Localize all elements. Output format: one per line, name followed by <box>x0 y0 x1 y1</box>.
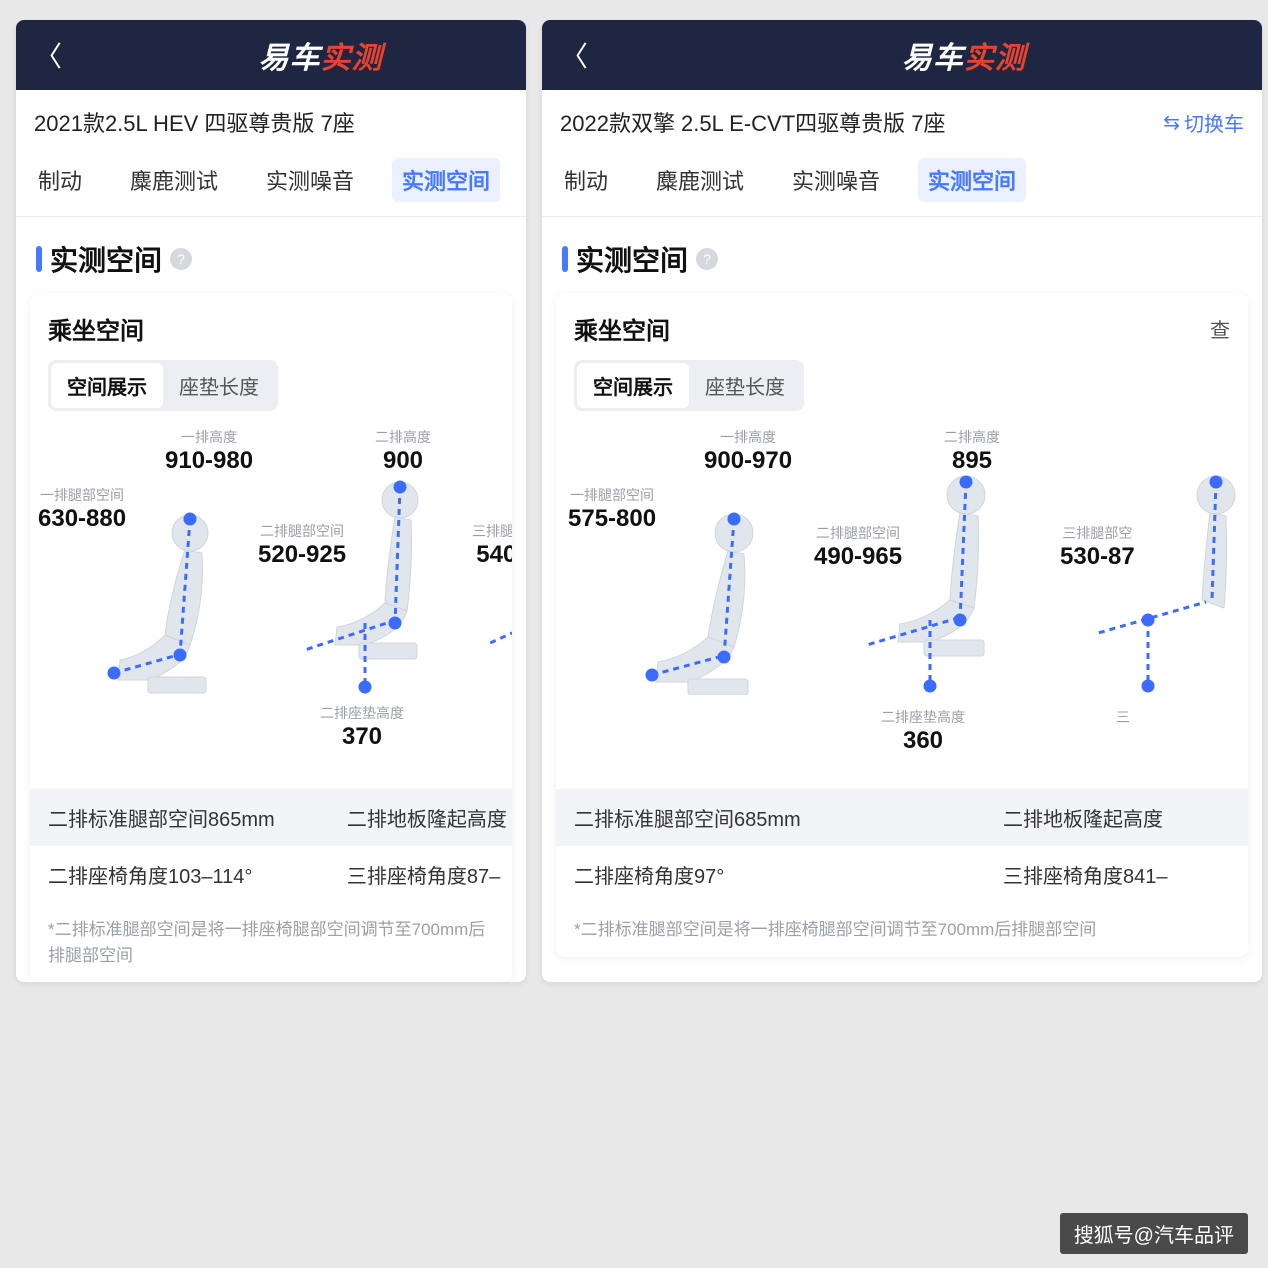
footnote: *二排标准腿部空间是将一排座椅腿部空间调节至700mm后排腿部空间 <box>30 903 512 968</box>
help-icon[interactable]: ? <box>696 248 718 270</box>
card-title: 乘坐空间 <box>48 311 144 346</box>
brand-red: 实测 <box>964 42 1026 75</box>
space-table: 二排标准腿部空间685mm 二排地板隆起高度 二排座椅角度97° 三排座椅角度8… <box>556 789 1248 903</box>
seat-row2-icon <box>305 475 485 695</box>
back-icon[interactable]: 〈 <box>34 35 62 75</box>
subtab-display[interactable]: 空间展示 <box>577 363 689 408</box>
section-accent-bar <box>562 246 568 272</box>
subtab-display[interactable]: 空间展示 <box>51 363 163 408</box>
watermark: 搜狐号@汽车品评 <box>1060 1213 1248 1254</box>
cell: 二排地板隆起高度 <box>329 789 512 846</box>
subtab-seat-length[interactable]: 座垫长度 <box>689 363 801 408</box>
tab-brake[interactable]: 制动 <box>554 158 618 202</box>
seat-row1-icon <box>90 505 270 695</box>
seat-diagram: 一排高度 900-970 一排腿部空间 575-800 二排高度 895 二排腿… <box>556 425 1248 765</box>
back-icon[interactable]: 〈 <box>560 35 588 75</box>
swap-icon: ⇆ <box>1163 110 1180 135</box>
help-icon[interactable]: ? <box>170 248 192 270</box>
tabs: 制动 麋鹿测试 实测噪音 实测空间 <box>16 152 526 217</box>
tab-noise[interactable]: 实测噪音 <box>256 158 364 202</box>
model-title: 2021款2.5L HEV 四驱尊贵版 7座 <box>34 106 355 138</box>
metric-row1-height: 一排高度 910-980 <box>165 427 253 475</box>
brand-logo: 易车实测 <box>902 33 1026 77</box>
section-title-row: 实测空间 ? <box>16 217 526 293</box>
view-link[interactable]: 查 <box>1210 314 1230 343</box>
brand-white: 易车 <box>902 42 964 75</box>
seat-row2-icon <box>866 470 1056 695</box>
model-title: 2022款双擎 2.5L E-CVT四驱尊贵版 7座 <box>560 106 946 138</box>
cell: 二排标准腿部空间685mm <box>556 789 985 846</box>
seat-row1-icon <box>626 505 816 695</box>
cell: 二排标准腿部空间865mm <box>30 789 329 846</box>
section-accent-bar <box>36 246 42 272</box>
switch-label: 切换车 <box>1184 108 1244 137</box>
metric-row2-seat-h: 二排座垫高度 370 <box>320 703 404 751</box>
space-table: 二排标准腿部空间865mm 二排地板隆起高度 二排座椅角度103–114° 三排… <box>30 789 512 903</box>
tab-space[interactable]: 实测空间 <box>392 158 500 202</box>
model-row: 2022款双擎 2.5L E-CVT四驱尊贵版 7座 ⇆ 切换车 <box>542 90 1262 152</box>
model-row: 2021款2.5L HEV 四驱尊贵版 7座 <box>16 90 526 152</box>
screen-right: 〈 易车实测 2022款双擎 2.5L E-CVT四驱尊贵版 7座 ⇆ 切换车 … <box>542 20 1262 982</box>
metric-row2-leg: 二排腿部空间 490-965 <box>814 523 902 571</box>
space-card: 乘坐空间 查 空间展示 座垫长度 <box>556 293 1248 957</box>
section-title: 实测空间 <box>50 239 162 279</box>
cell: 三排座椅角度841– <box>985 846 1186 903</box>
metric-row3-partial: 三 <box>1116 707 1130 727</box>
subtabs: 空间展示 座垫长度 <box>48 360 278 411</box>
subtabs: 空间展示 座垫长度 <box>574 360 804 411</box>
brand-red: 实测 <box>321 42 383 75</box>
table-row: 二排标准腿部空间865mm 二排地板隆起高度 <box>30 789 512 846</box>
tab-noise[interactable]: 实测噪音 <box>782 158 890 202</box>
cell: 三排座椅角度87– <box>329 846 512 903</box>
tab-moose[interactable]: 麋鹿测试 <box>120 158 228 202</box>
metric-row2-height: 二排高度 900 <box>375 427 431 475</box>
footnote: *二排标准腿部空间是将一排座椅腿部空间调节至700mm后排腿部空间 <box>556 903 1248 943</box>
cell: 二排座椅角度103–114° <box>30 846 329 903</box>
metric-row3-leg: 三排腿部空 530-87 <box>1060 523 1135 571</box>
space-card: 乘坐空间 空间展示 座垫长度 <box>30 293 512 982</box>
metric-row2-seat-h: 二排座垫高度 360 <box>881 707 965 755</box>
cell: 二排座椅角度97° <box>556 846 985 903</box>
metric-row2-height: 二排高度 895 <box>944 427 1000 475</box>
metric-row3-leg: 三排腿部空 540-8 <box>472 521 512 569</box>
tab-brake[interactable]: 制动 <box>28 158 92 202</box>
table-row: 二排座椅角度103–114° 三排座椅角度87– <box>30 846 512 903</box>
brand-logo: 易车实测 <box>259 33 383 77</box>
screen-left: 〈 易车实测 2021款2.5L HEV 四驱尊贵版 7座 制动 麋鹿测试 实测… <box>16 20 526 982</box>
seat-row3-icon <box>1096 470 1248 695</box>
table-row: 二排座椅角度97° 三排座椅角度841– <box>556 846 1248 903</box>
seat-diagram: 一排高度 910-980 一排腿部空间 630-880 二排高度 900 二排腿… <box>30 425 512 765</box>
card-title: 乘坐空间 <box>574 311 670 346</box>
switch-car-link[interactable]: ⇆ 切换车 <box>1163 108 1244 137</box>
section-title-row: 实测空间 ? <box>542 217 1262 293</box>
topbar: 〈 易车实测 <box>16 20 526 90</box>
metric-row2-leg: 二排腿部空间 520-925 <box>258 521 346 569</box>
cell: 二排地板隆起高度 <box>985 789 1181 846</box>
tab-space[interactable]: 实测空间 <box>918 158 1026 202</box>
brand-white: 易车 <box>259 42 321 75</box>
metric-row1-leg: 一排腿部空间 575-800 <box>568 485 656 533</box>
topbar: 〈 易车实测 <box>542 20 1262 90</box>
metric-row1-height: 一排高度 900-970 <box>704 427 792 475</box>
table-row: 二排标准腿部空间685mm 二排地板隆起高度 <box>556 789 1248 846</box>
tab-moose[interactable]: 麋鹿测试 <box>646 158 754 202</box>
metric-row1-leg: 一排腿部空间 630-880 <box>38 485 126 533</box>
tabs: 制动 麋鹿测试 实测噪音 实测空间 <box>542 152 1262 217</box>
subtab-seat-length[interactable]: 座垫长度 <box>163 363 275 408</box>
section-title: 实测空间 <box>576 239 688 279</box>
